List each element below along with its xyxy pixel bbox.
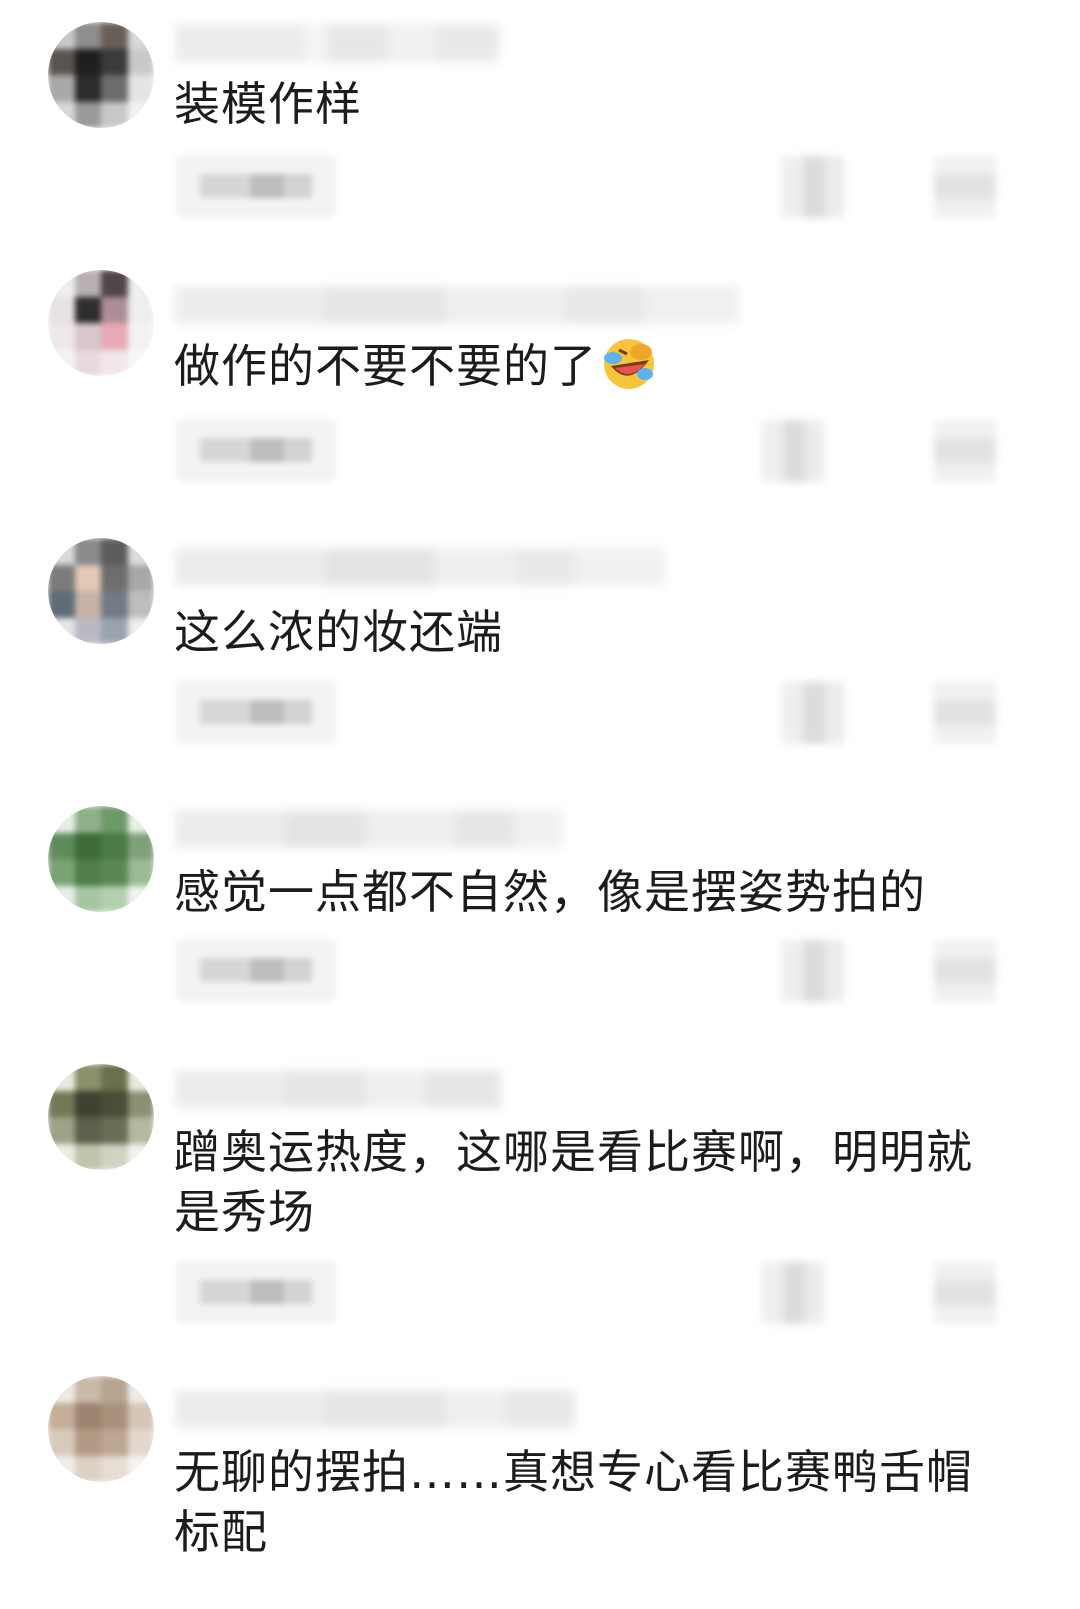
username-blurred[interactable] <box>175 24 499 62</box>
dislike-icon[interactable] <box>934 940 996 1002</box>
comment-text: 这么浓的妆还端 <box>174 605 503 659</box>
comment-text-content: 做作的不要不要的了 <box>174 339 597 393</box>
comment-text: 做作的不要不要的了 <box>174 336 1004 396</box>
avatar[interactable] <box>48 538 154 644</box>
avatar[interactable] <box>48 270 154 376</box>
avatar[interactable] <box>48 1064 154 1170</box>
username-blurred[interactable] <box>175 548 665 586</box>
comment-text: 装模作样 <box>174 77 362 131</box>
dislike-icon[interactable] <box>934 156 996 218</box>
avatar[interactable] <box>48 806 154 912</box>
comment-actions <box>0 418 1080 484</box>
comment-text: 无聊的摆拍……真想专心看比赛鸭舌帽标配 <box>174 1445 973 1559</box>
reply-button[interactable] <box>176 938 336 1002</box>
like-count-icon[interactable] <box>782 156 844 218</box>
like-count-icon[interactable] <box>762 420 824 482</box>
reply-button[interactable] <box>176 680 336 744</box>
reply-button[interactable] <box>176 154 336 218</box>
avatar[interactable] <box>48 22 154 128</box>
comment-actions <box>0 1260 1080 1326</box>
comment-text: 蹭奥运热度，这哪是看比赛啊，明明就是秀场 <box>174 1125 973 1239</box>
reply-button[interactable] <box>176 418 336 482</box>
username-blurred[interactable] <box>175 810 563 848</box>
dislike-icon[interactable] <box>934 420 996 482</box>
dislike-icon[interactable] <box>934 682 996 744</box>
comment-text: 感觉一点都不自然，像是摆姿势拍的 <box>174 865 926 919</box>
avatar[interactable] <box>48 1376 154 1482</box>
username-blurred[interactable] <box>175 1390 575 1428</box>
like-count-icon[interactable] <box>782 682 844 744</box>
username-blurred[interactable] <box>175 286 739 324</box>
like-count-icon[interactable] <box>782 940 844 1002</box>
rolling-laughing-icon <box>604 339 654 389</box>
comment-actions <box>0 680 1080 746</box>
reply-button[interactable] <box>176 1260 336 1324</box>
comment-actions <box>0 938 1080 1004</box>
comment-actions <box>0 154 1080 220</box>
dislike-icon[interactable] <box>934 1262 996 1324</box>
like-count-icon[interactable] <box>762 1262 824 1324</box>
username-blurred[interactable] <box>175 1070 501 1108</box>
